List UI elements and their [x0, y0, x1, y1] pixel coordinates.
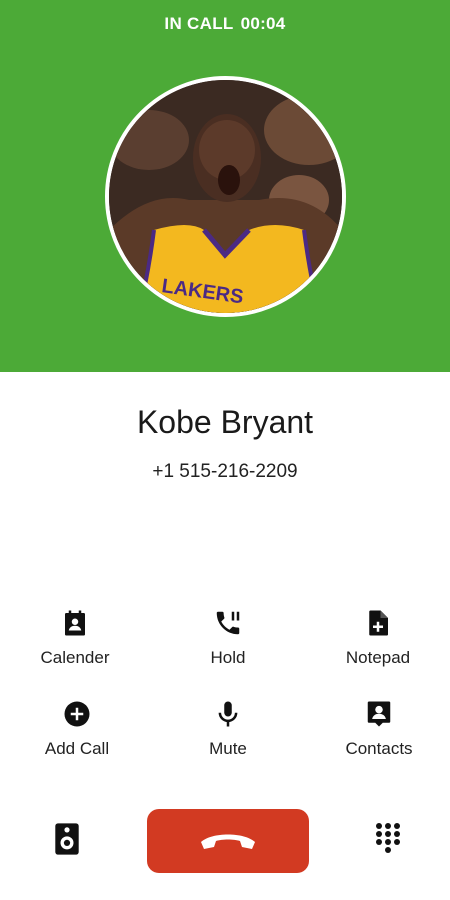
end-call-icon	[201, 834, 255, 849]
hold-button[interactable]: Hold	[153, 608, 303, 668]
notepad-button[interactable]: Notepad	[303, 608, 450, 668]
call-header: IN CALL 00:04 LAKERS	[0, 0, 450, 372]
speaker-icon	[55, 823, 79, 855]
note-add-icon	[369, 610, 388, 636]
mute-label: Mute	[209, 739, 247, 758]
caller-name: Kobe Bryant	[136, 404, 314, 440]
caller-number: +1 515-216-2209	[152, 461, 298, 482]
phone-pause-icon	[216, 611, 240, 635]
add-call-label: Add Call	[44, 739, 110, 758]
microphone-icon	[218, 701, 238, 727]
speaker-button[interactable]	[54, 822, 84, 856]
calendar-contact-icon	[65, 610, 85, 636]
add-call-button[interactable]: Add Call	[2, 699, 152, 759]
hold-label: Hold	[210, 648, 246, 667]
contacts-button[interactable]: Contacts	[304, 699, 450, 759]
caller-avatar: LAKERS	[105, 76, 346, 317]
contacts-label: Contacts	[345, 739, 413, 758]
dialpad-button[interactable]	[374, 822, 402, 854]
contact-card-icon	[367, 701, 391, 727]
call-state: IN CALL	[164, 14, 234, 33]
calendar-label: Calender	[40, 648, 110, 667]
mute-button[interactable]: Mute	[153, 699, 303, 759]
call-status: IN CALL 00:04	[0, 14, 450, 34]
dialpad-icon	[376, 823, 400, 853]
add-circle-icon	[64, 701, 90, 727]
calendar-button[interactable]: Calender	[0, 608, 150, 668]
call-timer: 00:04	[240, 14, 286, 33]
end-call-button[interactable]	[147, 809, 309, 873]
notepad-label: Notepad	[345, 648, 411, 667]
